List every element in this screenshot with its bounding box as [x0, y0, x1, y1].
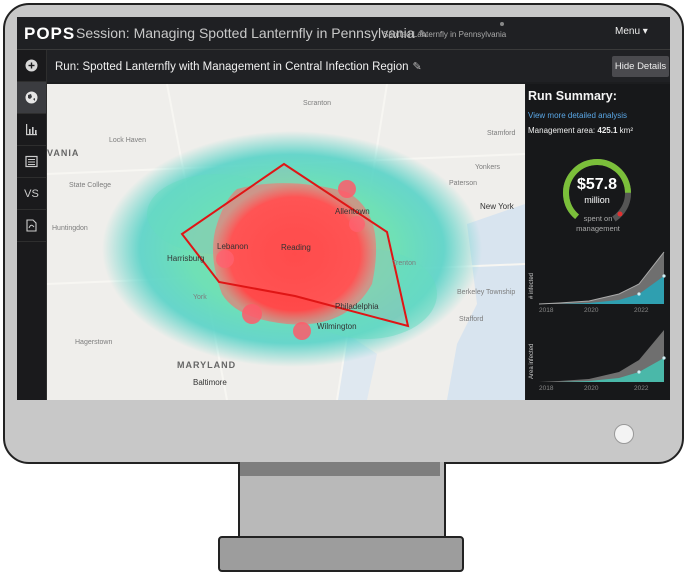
plus-circle-icon [25, 59, 38, 72]
top-bar: POPS Session: Managing Spotted Lanternfl… [17, 17, 670, 50]
map-view-button[interactable] [17, 82, 46, 114]
charts-button[interactable] [17, 114, 46, 146]
monitor-stand-base [218, 536, 464, 572]
map-label-maryland: MARYLAND [177, 360, 237, 370]
power-button [614, 424, 634, 444]
pdf-icon [26, 219, 37, 232]
map-label-lock-haven: Lock Haven [109, 137, 146, 144]
list-icon [25, 155, 38, 168]
chart2-tick-2022: 2022 [634, 385, 649, 392]
session-subtitle: Spotted Lanternfly in Pennsylvania [383, 30, 507, 39]
map-label-philadelphia: Philadelphia [335, 302, 379, 311]
run-title: Run: Spotted Lanternfly with Management … [55, 60, 422, 73]
map-label-hagerstown: Hagerstown [75, 339, 113, 346]
map-label-paterson: Paterson [449, 180, 478, 187]
map-label-reading: Reading [281, 243, 311, 252]
chart2-ylabel: Area infected [529, 343, 535, 379]
map-label-wilmington: Wilmington [317, 322, 357, 331]
hide-details-button[interactable]: Hide Details [612, 56, 669, 77]
map-canvas[interactable] [47, 84, 525, 400]
chart2-tick-2020: 2020 [584, 385, 599, 392]
globe-icon [25, 91, 38, 104]
export-pdf-button[interactable] [17, 210, 46, 242]
add-run-button[interactable] [17, 50, 46, 82]
menu-button[interactable]: Menu ▾ [615, 26, 648, 37]
map-label-stafford: Stafford [459, 316, 484, 323]
session-title: Session: Managing Spotted Lanternfly in … [76, 25, 428, 41]
infected-area-chart: Area infected 2018 2020 2022 [529, 324, 669, 398]
sidebar: VS [17, 50, 47, 400]
detailed-analysis-link[interactable]: View more detailed analysis [528, 111, 627, 120]
map-label-huntingdon: Huntingdon [52, 225, 88, 232]
list-view-button[interactable] [17, 146, 46, 178]
map-label-vania: VANIA [47, 148, 80, 158]
cost-caption: spent on management [576, 214, 620, 233]
chart2-tick-2018: 2018 [539, 385, 554, 392]
map-label-trenton: Trenton [392, 260, 416, 267]
map-label-new-york: New York [480, 202, 514, 211]
run-summary-title: Run Summary: [528, 89, 617, 103]
management-area: Management area: 425.1 km² [528, 126, 633, 135]
edit-run-pencil-icon[interactable]: ✎ [413, 60, 422, 73]
map-label-allentown: Allentown [335, 207, 370, 216]
infection-map[interactable]: Scranton Lock Haven VANIA State College … [47, 84, 525, 400]
map-label-york: York [193, 294, 207, 301]
cost-value: $57.8 [576, 176, 618, 193]
map-label-yonkers: Yonkers [475, 164, 501, 171]
chart1-tick-2022: 2022 [634, 307, 649, 314]
run-bar: Run: Spotted Lanternfly with Management … [47, 50, 670, 82]
map-label-lebanon: Lebanon [217, 242, 249, 251]
infected-count-chart: # infected 2018 2020 2022 [529, 244, 669, 318]
chart1-tick-2020: 2020 [584, 307, 599, 314]
map-label-harrisburg: Harrisburg [167, 254, 205, 263]
app-screen: POPS Session: Managing Spotted Lanternfl… [17, 17, 670, 400]
monitor-stand-shadow [240, 462, 440, 476]
bar-chart-icon [26, 124, 37, 136]
chart1-ylabel: # infected [529, 272, 535, 299]
cost-unit: million [584, 195, 610, 205]
map-label-scranton: Scranton [303, 100, 332, 107]
status-dot-icon [500, 22, 504, 26]
app-logo[interactable]: POPS [24, 24, 75, 44]
run-summary-panel: Run Summary: View more detailed analysis… [526, 84, 670, 400]
map-label-stamford: Stamford [487, 130, 516, 137]
chart1-tick-2018: 2018 [539, 307, 554, 314]
map-label-baltimore: Baltimore [193, 378, 227, 387]
map-label-berkeley-township: Berkeley Township [457, 289, 516, 296]
compare-vs-button[interactable]: VS [17, 178, 46, 210]
map-label-state-college: State College [69, 182, 112, 189]
